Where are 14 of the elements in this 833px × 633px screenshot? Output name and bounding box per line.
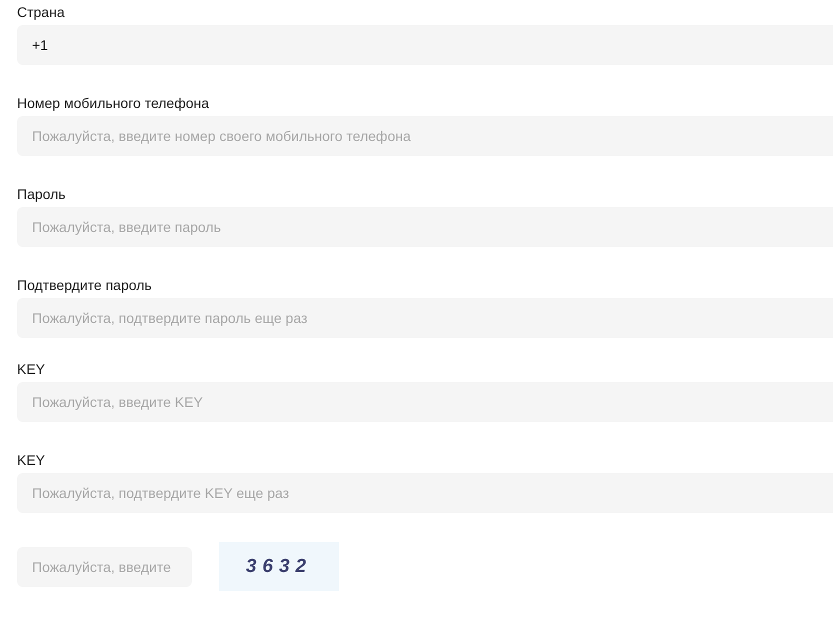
input-field[interactable]: Пожалуйста, подтвердите KEY еще раз — [17, 473, 833, 513]
input-field[interactable]: +1 — [17, 25, 833, 65]
field-label: Подтвердите пароль — [17, 276, 153, 295]
field-label: Номер мобильного телефона — [17, 94, 210, 113]
field-label: Пароль — [17, 185, 67, 204]
field-label: Страна — [17, 3, 66, 22]
input-field[interactable]: Пожалуйста, подтвердите пароль еще раз — [17, 298, 833, 338]
field-label: KEY — [17, 451, 46, 470]
input-field[interactable]: Пожалуйста, введите номер своего мобильного телефона — [17, 116, 833, 156]
captcha-field[interactable]: Пожалуйста, введите — [17, 546, 192, 586]
input-field[interactable]: Пожалуйста, введите пароль — [17, 207, 833, 247]
field-label: KEY — [17, 360, 46, 379]
input-field[interactable]: Пожалуйста, введите KEY — [17, 382, 833, 422]
captcha-image[interactable]: 3632 — [219, 542, 339, 591]
